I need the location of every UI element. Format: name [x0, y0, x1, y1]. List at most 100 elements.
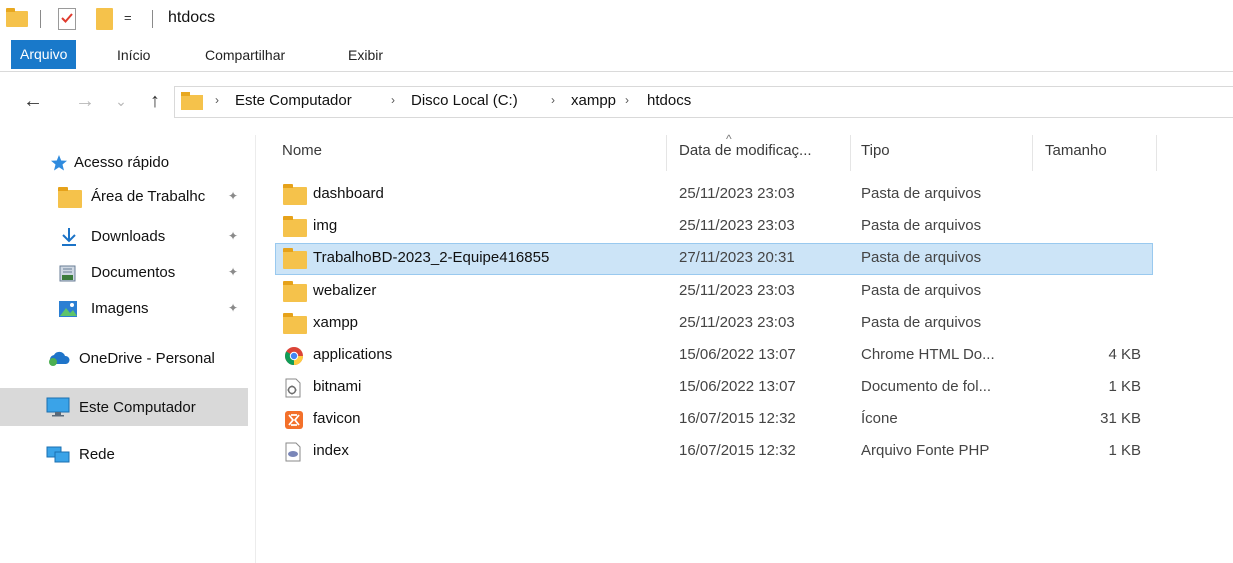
breadcrumb-xampp[interactable]: xampp	[571, 92, 616, 109]
column-header-type[interactable]: Tipo	[861, 142, 890, 159]
file-size: 1 KB	[1108, 378, 1141, 395]
table-row[interactable]: xampp 25/11/2023 23:03 Pasta de arquivos	[275, 308, 1153, 340]
file-name: xampp	[313, 314, 359, 331]
navigation-pane: Acesso rápido Área de Trabalhc ✦ Downloa…	[0, 135, 256, 563]
breadcrumb-disco-local[interactable]: Disco Local (C:)	[411, 92, 518, 109]
sidebar-item-label: OneDrive - Personal	[79, 349, 215, 367]
table-row[interactable]: favicon 16/07/2015 12:32 Ícone 31 KB	[275, 404, 1153, 436]
window-title: htdocs	[168, 9, 216, 26]
file-date: 25/11/2023 23:03	[679, 217, 795, 234]
breadcrumb-separator: ›	[625, 93, 629, 107]
folder-icon	[283, 216, 307, 237]
sidebar-item-label: Documentos	[91, 263, 176, 281]
title-bar: = htdocs	[0, 0, 1233, 38]
file-name: favicon	[313, 410, 361, 427]
back-button[interactable]: ←	[22, 88, 44, 114]
folder-icon	[58, 187, 82, 208]
table-row[interactable]: applications 15/06/2022 13:07 Chrome HTM…	[275, 340, 1153, 372]
folder-icon	[283, 184, 307, 205]
file-name: webalizer	[313, 282, 377, 299]
breadcrumb-separator: ›	[551, 93, 555, 107]
recent-locations-button[interactable]: ⌄	[110, 88, 132, 114]
file-type: Pasta de arquivos	[861, 185, 982, 202]
documents-icon	[59, 265, 76, 282]
sidebar-item-label: Acesso rápido	[74, 153, 170, 171]
file-type: Pasta de arquivos	[861, 217, 982, 234]
computer-icon	[46, 397, 70, 417]
tab-exibir[interactable]: Exibir	[339, 38, 392, 72]
folder-icon	[283, 281, 307, 302]
sidebar-item-onedrive[interactable]: OneDrive - Personal	[0, 339, 248, 377]
forward-button[interactable]: →	[74, 88, 96, 114]
breadcrumb-separator: ›	[391, 93, 395, 107]
sidebar-item-label: Rede	[79, 445, 115, 463]
xampp-icon	[285, 411, 303, 429]
breadcrumb-separator: ›	[215, 93, 219, 107]
sidebar-item-label: Imagens	[91, 299, 149, 317]
pin-icon[interactable]: ✦	[228, 265, 238, 279]
tab-compartilhar[interactable]: Compartilhar	[196, 38, 294, 72]
table-row[interactable]: index 16/07/2015 12:32 Arquivo Fonte PHP…	[275, 436, 1153, 468]
column-header-date[interactable]: Data de modificaç...	[679, 142, 812, 159]
file-size: 4 KB	[1108, 346, 1141, 363]
file-size: 31 KB	[1100, 410, 1141, 427]
quick-access-dropdown[interactable]: =	[124, 10, 132, 25]
properties-icon[interactable]	[58, 8, 76, 30]
pin-icon[interactable]: ✦	[228, 229, 238, 243]
tab-arquivo[interactable]: Arquivo	[11, 40, 77, 69]
file-type: Pasta de arquivos	[861, 249, 982, 266]
table-row[interactable]: bitnami 15/06/2022 13:07 Documento de fo…	[275, 372, 1153, 404]
star-icon	[51, 155, 67, 171]
chrome-icon	[285, 347, 303, 365]
column-header-name[interactable]: Nome	[282, 142, 322, 159]
column-headers: ^ Nome Data de modificaç... Tipo Tamanho	[270, 132, 1160, 171]
stylesheet-file-icon	[285, 378, 301, 398]
file-date: 15/06/2022 13:07	[679, 378, 796, 395]
column-header-size[interactable]: Tamanho	[1045, 142, 1107, 159]
breadcrumb-este-computador[interactable]: Este Computador	[235, 92, 352, 109]
column-divider[interactable]	[850, 135, 851, 171]
sidebar-item-acesso-rapido[interactable]: Acesso rápido	[0, 143, 248, 181]
network-icon	[46, 446, 70, 463]
table-row[interactable]: webalizer 25/11/2023 23:03 Pasta de arqu…	[275, 276, 1153, 308]
up-button[interactable]: ↑	[144, 88, 166, 114]
table-row[interactable]: dashboard 25/11/2023 23:03 Pasta de arqu…	[275, 179, 1153, 211]
sidebar-item-rede[interactable]: Rede	[0, 435, 248, 473]
pin-icon[interactable]: ✦	[228, 301, 238, 315]
folder-icon	[6, 8, 28, 27]
file-name: img	[313, 217, 338, 234]
new-folder-icon[interactable]	[96, 8, 113, 30]
address-bar[interactable]: › Este Computador › Disco Local (C:) › x…	[174, 86, 1233, 118]
column-divider[interactable]	[666, 135, 667, 171]
table-row[interactable]: TrabalhoBD-2023_2-Equipe416855 27/11/202…	[275, 243, 1153, 275]
file-date: 25/11/2023 23:03	[679, 314, 795, 331]
folder-icon	[283, 248, 307, 269]
column-divider[interactable]	[1156, 135, 1157, 171]
sidebar-item-label: Este Computador	[79, 398, 196, 416]
images-icon	[59, 301, 77, 317]
file-type: Ícone	[861, 410, 898, 427]
sidebar-item-documentos[interactable]: Documentos ✦	[0, 253, 248, 291]
table-row[interactable]: img 25/11/2023 23:03 Pasta de arquivos	[275, 211, 1153, 243]
file-date: 15/06/2022 13:07	[679, 346, 796, 363]
sidebar-item-area-de-trabalho[interactable]: Área de Trabalhc ✦	[0, 177, 248, 215]
sidebar-item-imagens[interactable]: Imagens ✦	[0, 289, 248, 327]
file-name: TrabalhoBD-2023_2-Equipe416855	[313, 249, 550, 266]
column-divider[interactable]	[1032, 135, 1033, 171]
sidebar-item-downloads[interactable]: Downloads ✦	[0, 217, 248, 255]
file-name: bitnami	[313, 378, 362, 395]
folder-icon	[181, 92, 203, 110]
file-type: Pasta de arquivos	[861, 314, 982, 331]
tab-inicio[interactable]: Início	[108, 38, 159, 72]
folder-icon	[283, 313, 307, 334]
pin-icon[interactable]: ✦	[228, 189, 238, 203]
toolbar-divider	[152, 10, 153, 28]
file-name: dashboard	[313, 185, 384, 202]
php-file-icon	[285, 442, 301, 462]
navigation-bar: ← → ⌄ ↑ › Este Computador › Disco Local …	[0, 86, 1233, 120]
breadcrumb-htdocs[interactable]: htdocs	[647, 92, 691, 109]
sidebar-item-este-computador[interactable]: Este Computador	[0, 388, 248, 426]
file-name: index	[313, 442, 349, 459]
onedrive-icon	[49, 351, 70, 366]
file-type: Arquivo Fonte PHP	[861, 442, 990, 459]
